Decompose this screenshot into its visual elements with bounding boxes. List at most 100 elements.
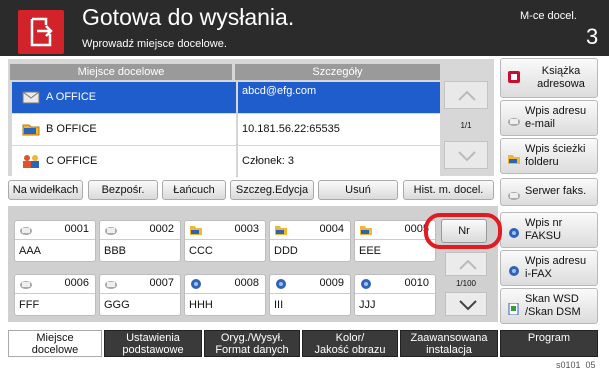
speed-dial-number: 0003 (234, 223, 259, 235)
table-row[interactable]: A OFFICE abcd@efg.com (12, 82, 440, 113)
speed-dial-key[interactable]: 0007 GGG (99, 274, 181, 316)
speed-dial-name: BBB (104, 245, 127, 257)
folder-icon (275, 226, 287, 235)
chevron-up-icon (459, 259, 477, 270)
speed-dial-number: 0002 (149, 223, 174, 235)
direct-button[interactable]: Bezpośr. (88, 180, 158, 200)
speed-dial-name: CCC (189, 245, 213, 257)
speed-dial-name: JJJ (359, 299, 376, 311)
speed-dial-number: 0001 (64, 223, 89, 235)
page-subtitle: Wprowadź miejsce docelowe. (82, 38, 227, 50)
email-entry-button[interactable]: Wpis adresu e-mail (500, 100, 598, 136)
table-page-indicator: 1/1 (460, 121, 472, 130)
button-label-line1: Wpis adresu (525, 105, 587, 117)
speed-dial-key[interactable]: 0002 BBB (99, 220, 181, 262)
home-button[interactable] (18, 10, 64, 54)
chevron-down-icon (459, 300, 477, 311)
button-label-line1: Wpis nr (525, 217, 563, 229)
speed-dial-scroll-up-button[interactable] (445, 252, 487, 276)
tab-program[interactable]: Program (500, 330, 598, 357)
speed-dial-number: 0009 (319, 277, 344, 289)
tab-color-quality[interactable]: Kolor/ Jakość obrazu (302, 330, 398, 357)
email-entry-icon (508, 118, 520, 126)
chevron-up-icon (458, 90, 476, 101)
button-label-line2: /Skan DSM (525, 306, 581, 318)
destination-name: A OFFICE (46, 91, 97, 103)
button-label-line2: i-FAX (525, 268, 552, 280)
scroll-up-button[interactable] (444, 81, 488, 109)
destination-detail: 10.181.56.22:65535 (242, 123, 340, 135)
chain-button[interactable]: Łańcuch (162, 180, 226, 200)
button-label-line2: FAKSU (525, 230, 562, 242)
chevron-down-icon (458, 151, 476, 162)
fax-server-icon (508, 192, 520, 200)
destination-detail: abcd@efg.com (242, 85, 317, 97)
wsd-scan-button[interactable]: Skan WSD /Skan DSM (500, 288, 598, 324)
destination-count-value: 3 (586, 24, 599, 49)
destination-detail: Członek: 3 (242, 155, 294, 167)
folder-icon (360, 226, 372, 235)
fax-icon (276, 279, 286, 289)
column-header-details: Szczegóły (235, 64, 440, 80)
wsd-scan-icon (508, 303, 519, 315)
speed-dial-number: 0007 (149, 277, 174, 289)
speed-dial-key[interactable]: 0001 AAA (14, 220, 96, 262)
folder-icon (22, 124, 40, 136)
speed-dial-name: III (274, 299, 284, 311)
button-label-line2: adresowa (537, 78, 585, 90)
fax-server-button[interactable]: Serwer faks. (500, 178, 598, 206)
tab-label-line1: Miejsce (36, 332, 74, 344)
speed-dial-name: FFF (19, 299, 40, 311)
detail-edit-button[interactable]: Szczeg.Edycja (230, 180, 314, 200)
fax-number-button[interactable]: Wpis nr FAKSU (500, 212, 598, 248)
speed-dial-key[interactable]: 0003 CCC (184, 220, 266, 262)
destination-name: C OFFICE (46, 155, 98, 167)
folder-path-icon (508, 155, 520, 164)
speed-dial-key[interactable]: 0008 HHH (184, 274, 266, 316)
tab-label-line2: docelowe (31, 344, 79, 356)
speed-dial-scroll-down-button[interactable] (445, 292, 487, 316)
speed-dial-key[interactable]: 0004 DDD (269, 220, 351, 262)
on-hook-button[interactable]: Na widełkach (8, 180, 83, 200)
button-label-line2: folderu (525, 156, 559, 168)
tab-label-line1: Zaawansowana (410, 332, 488, 344)
scroll-down-button[interactable] (444, 141, 488, 169)
address-book-icon (508, 71, 520, 83)
ifax-entry-button[interactable]: Wpis adresu i-FAX (500, 250, 598, 286)
fax-number-icon (509, 228, 519, 238)
tab-destination[interactable]: Miejsce docelowe (8, 330, 102, 357)
tab-label-line1: Ustawienia (126, 332, 180, 344)
tab-label-line2: Jakość obrazu (314, 344, 386, 356)
speed-dial-name: EEE (359, 245, 382, 257)
delete-button[interactable]: Usuń (318, 180, 398, 200)
speed-dial-number: 0004 (319, 223, 344, 235)
tab-label-line2: instalacja (426, 344, 472, 356)
speed-dial-key[interactable]: 0010 JJJ (354, 274, 436, 316)
tab-basic-settings[interactable]: Ustawienia podstawowe (104, 330, 202, 357)
email-icon (105, 281, 117, 289)
destination-name: B OFFICE (46, 123, 97, 135)
folder-path-button[interactable]: Wpis ścieżki folderu (500, 138, 598, 174)
page-title: Gotowa do wysłania. (82, 4, 295, 30)
email-icon (105, 227, 117, 235)
tab-label-line2: Format danych (215, 344, 289, 356)
table-row[interactable]: C OFFICE Członek: 3 (12, 146, 440, 177)
fax-icon (361, 279, 371, 289)
ifax-icon (509, 266, 519, 276)
email-icon (20, 281, 32, 289)
email-icon (22, 91, 40, 104)
speed-dial-key[interactable]: 0009 III (269, 274, 351, 316)
highlight-ring (424, 213, 502, 249)
tab-advanced-setup[interactable]: Zaawansowana instalacja (400, 330, 498, 357)
button-label-line1: Książka (541, 65, 581, 77)
folder-icon (190, 226, 202, 235)
address-book-button[interactable]: Książka adresowa (500, 58, 598, 98)
fax-icon (191, 279, 201, 289)
button-label-line2: e-mail (525, 118, 555, 130)
column-header-destination: Miejsce docelowe (10, 64, 232, 80)
destination-history-button[interactable]: Hist. m. docel. (403, 180, 494, 200)
tab-original-format[interactable]: Oryg./Wysył. Format danych (204, 330, 300, 357)
speed-dial-key[interactable]: 0006 FFF (14, 274, 96, 316)
table-row[interactable]: B OFFICE 10.181.56.22:65535 (12, 114, 440, 145)
speed-dial-name: AAA (19, 245, 42, 257)
